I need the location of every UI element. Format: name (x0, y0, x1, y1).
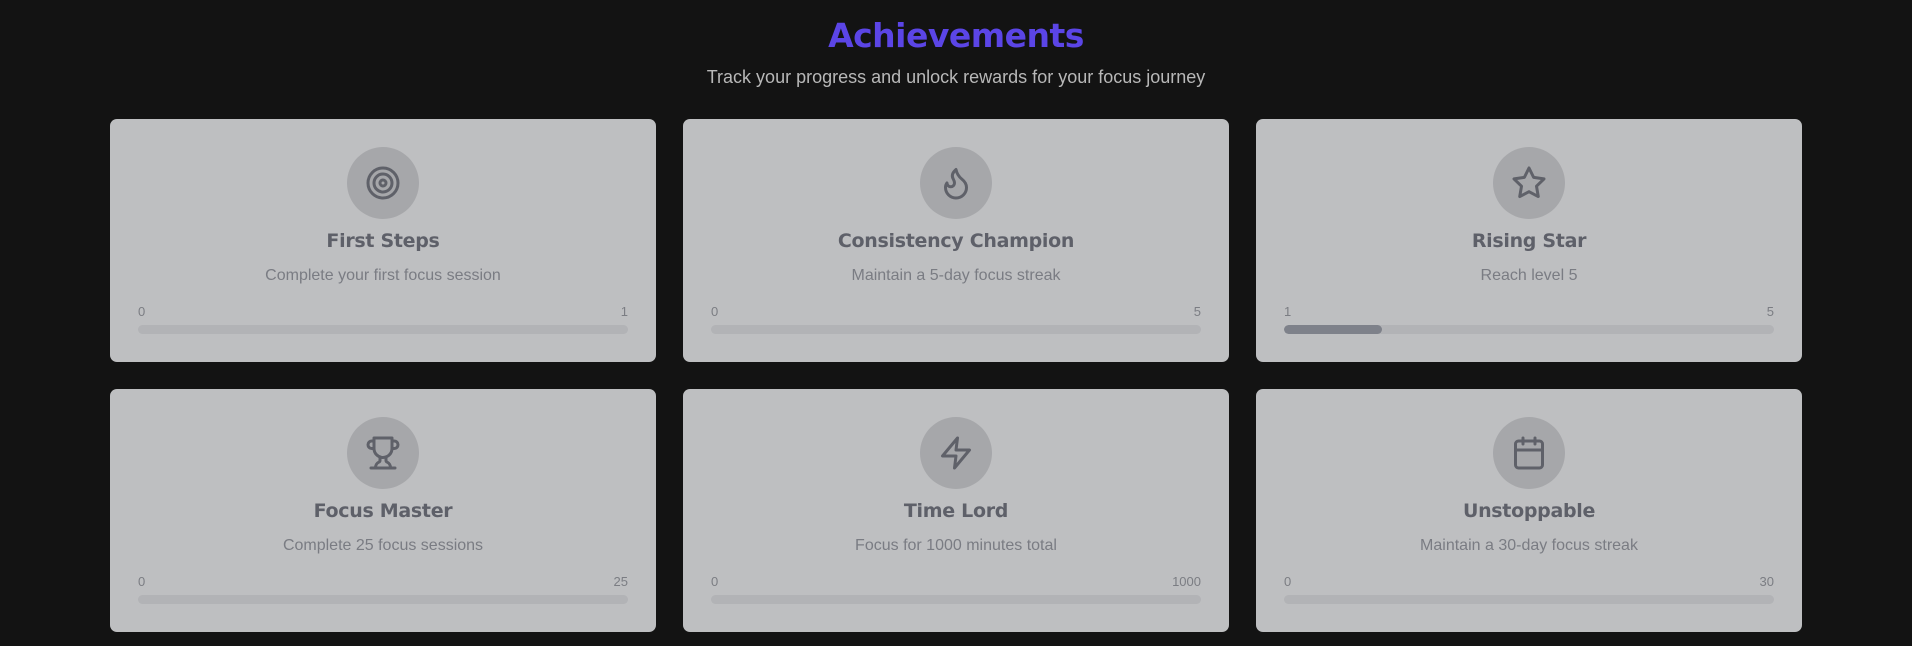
achievement-description: Maintain a 5-day focus streak (851, 267, 1061, 284)
target-icon (347, 147, 419, 219)
page-title: Achievements (828, 16, 1084, 55)
progress-current: 0 (711, 304, 719, 319)
achievements-grid: First Steps Complete your first focus se… (110, 119, 1802, 632)
progress-labels: 0 5 (711, 304, 1201, 320)
progress-goal: 5 (1193, 304, 1201, 319)
progress-goal: 1000 (1172, 574, 1201, 589)
progress-bar (138, 325, 628, 334)
achievement-card-unstoppable[interactable]: Unstoppable Maintain a 30-day focus stre… (1256, 389, 1802, 632)
progress-bar (711, 595, 1201, 604)
achievement-title: Focus Master (313, 500, 453, 522)
progress-goal: 25 (613, 574, 628, 589)
achievement-title: Rising Star (1471, 230, 1587, 252)
calendar-icon (1493, 417, 1565, 489)
progress-labels: 0 25 (138, 574, 628, 590)
progress-goal: 5 (1766, 304, 1774, 319)
achievement-description: Reach level 5 (1480, 267, 1578, 284)
page-subtitle: Track your progress and unlock rewards f… (706, 67, 1206, 87)
progress-current: 0 (138, 304, 146, 319)
achievement-description: Complete 25 focus sessions (282, 537, 484, 554)
progress-goal: 1 (620, 304, 628, 319)
progress-labels: 0 1 (138, 304, 628, 320)
achievement-title: Unstoppable (1462, 500, 1596, 522)
star-icon (1493, 147, 1565, 219)
achievement-card-consistency-champion[interactable]: Consistency Champion Maintain a 5-day fo… (683, 119, 1229, 362)
progress-current: 0 (138, 574, 146, 589)
flame-icon (920, 147, 992, 219)
lightning-icon (920, 417, 992, 489)
progress-current: 0 (711, 574, 719, 589)
progress-current: 1 (1284, 304, 1292, 319)
progress-labels: 0 1000 (711, 574, 1201, 590)
progress-current: 0 (1284, 574, 1292, 589)
progress-labels: 1 5 (1284, 304, 1774, 320)
achievement-card-time-lord[interactable]: Time Lord Focus for 1000 minutes total 0… (683, 389, 1229, 632)
progress-goal: 30 (1759, 574, 1774, 589)
progress-bar (1284, 325, 1774, 334)
achievement-description: Focus for 1000 minutes total (855, 537, 1057, 554)
achievement-description: Complete your first focus session (265, 267, 501, 284)
progress-labels: 0 30 (1284, 574, 1774, 590)
achievement-title: Consistency Champion (837, 230, 1075, 252)
progress-fill (1284, 325, 1382, 334)
page-header: Achievements Track your progress and unl… (0, 14, 1912, 88)
progress-bar (1284, 595, 1774, 604)
trophy-icon (347, 417, 419, 489)
achievement-card-focus-master[interactable]: Focus Master Complete 25 focus sessions … (110, 389, 656, 632)
progress-bar (138, 595, 628, 604)
achievement-title: First Steps (326, 230, 440, 252)
achievement-title: Time Lord (903, 500, 1009, 522)
achievement-description: Maintain a 30-day focus streak (1420, 537, 1638, 554)
achievement-card-rising-star[interactable]: Rising Star Reach level 5 1 5 (1256, 119, 1802, 362)
progress-bar (711, 325, 1201, 334)
achievement-card-first-steps[interactable]: First Steps Complete your first focus se… (110, 119, 656, 362)
